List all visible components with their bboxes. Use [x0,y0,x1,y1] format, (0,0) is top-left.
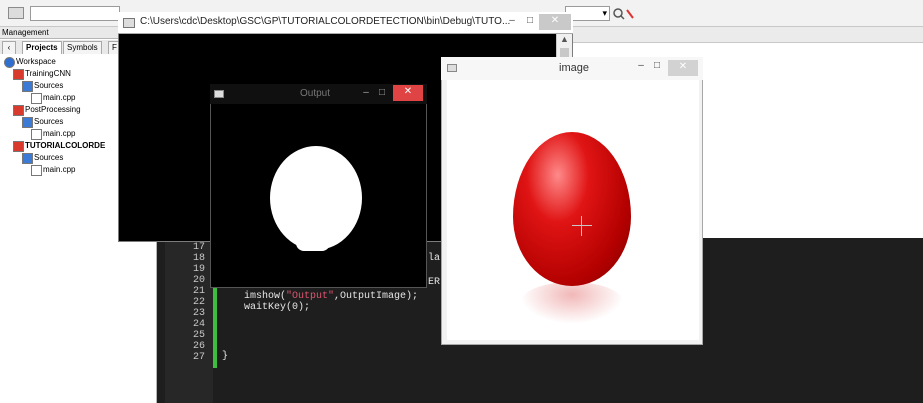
tree-item-label: main.cpp [43,93,76,102]
find-icon[interactable] [610,6,636,21]
image-title-bar[interactable]: image – □ ✕ [441,57,703,80]
detected-mask-base [296,243,330,251]
file-icon [31,129,42,140]
build-target-combo[interactable] [30,6,120,21]
crosshair-cursor-icon [581,216,582,236]
line-number: 23 [192,308,205,319]
line-number: 17 [192,242,205,253]
console-minimize-button[interactable]: – [503,14,521,30]
output-title: Output [300,88,331,99]
console-title-bar[interactable]: C:\Users\cdc\Desktop\GSC\GP\TUTORIALCOLO… [118,12,573,34]
line-number: 19 [192,264,205,275]
image-minimize-button[interactable]: – [633,59,649,75]
output-maximize-button[interactable]: □ [374,86,390,102]
line-number: 24 [192,319,205,330]
tree-item-label: TrainingCNN [25,69,71,78]
chevron-down-icon: ▾ [602,8,607,18]
tree-item-label: Sources [34,153,64,162]
folder-icon [22,153,33,164]
tab-projects[interactable]: Projects [22,41,62,55]
project-icon [13,141,24,152]
management-title-label: Management [2,28,49,37]
output-title-bar[interactable]: Output – □ ✕ [210,84,427,104]
tree-item-label: TUTORIALCOLORDE [25,141,106,150]
workspace-icon [4,57,15,68]
image-title: image [559,62,589,74]
line-number: 25 [192,330,205,341]
file-icon [31,93,42,104]
file-icon [31,165,42,176]
crosshair-cursor-icon [572,225,592,226]
code-line-21[interactable]: imshow("Output",OutputImage); [244,291,418,302]
code-fragment-18[interactable]: la [428,253,440,264]
console-close-button[interactable]: ✕ [539,14,571,30]
console-maximize-button[interactable]: □ [521,14,539,30]
tree-item-label: main.cpp [43,165,76,174]
folder-icon [22,81,33,92]
code-line-26[interactable]: } [222,351,228,362]
line-number: 26 [192,341,205,352]
project-icon [13,105,24,116]
line-number: 18 [192,253,205,264]
image-close-button[interactable]: ✕ [668,60,698,76]
tab-symbols[interactable]: Symbols [63,41,102,55]
image-maximize-button[interactable]: □ [649,59,665,75]
egg-reflection [520,282,624,324]
output-minimize-button[interactable]: – [358,86,374,102]
line-number: 20 [192,275,205,286]
output-app-icon [214,90,224,98]
console-app-icon [123,18,135,28]
tabs-scroll-left-icon[interactable]: ‹ [2,41,16,55]
console-title: C:\Users\cdc\Desktop\GSC\GP\TUTORIALCOLO… [140,16,511,27]
tree-item-label: main.cpp [43,129,76,138]
changed-lines-marker [213,288,217,368]
editor-tabs-strip [560,27,923,43]
output-close-button[interactable]: ✕ [393,85,423,101]
tree-item-label: Sources [34,117,64,126]
tree-item-label: Workspace [16,57,56,66]
project-icon [13,69,24,80]
app-menu-icon[interactable] [8,7,24,19]
tree-item-label: Sources [34,81,64,90]
line-number: 21 [192,286,205,297]
line-number: 22 [192,297,205,308]
code-fragment-20[interactable]: ER [428,277,440,288]
line-number: 27 [192,352,205,363]
tree-item-label: PostProcessing [25,105,81,114]
folder-icon [22,117,33,128]
scroll-up-icon[interactable]: ▲ [560,34,569,44]
code-line-22[interactable]: waitKey(0); [244,302,310,313]
image-app-icon [447,64,457,72]
detected-mask-blob [270,146,362,250]
